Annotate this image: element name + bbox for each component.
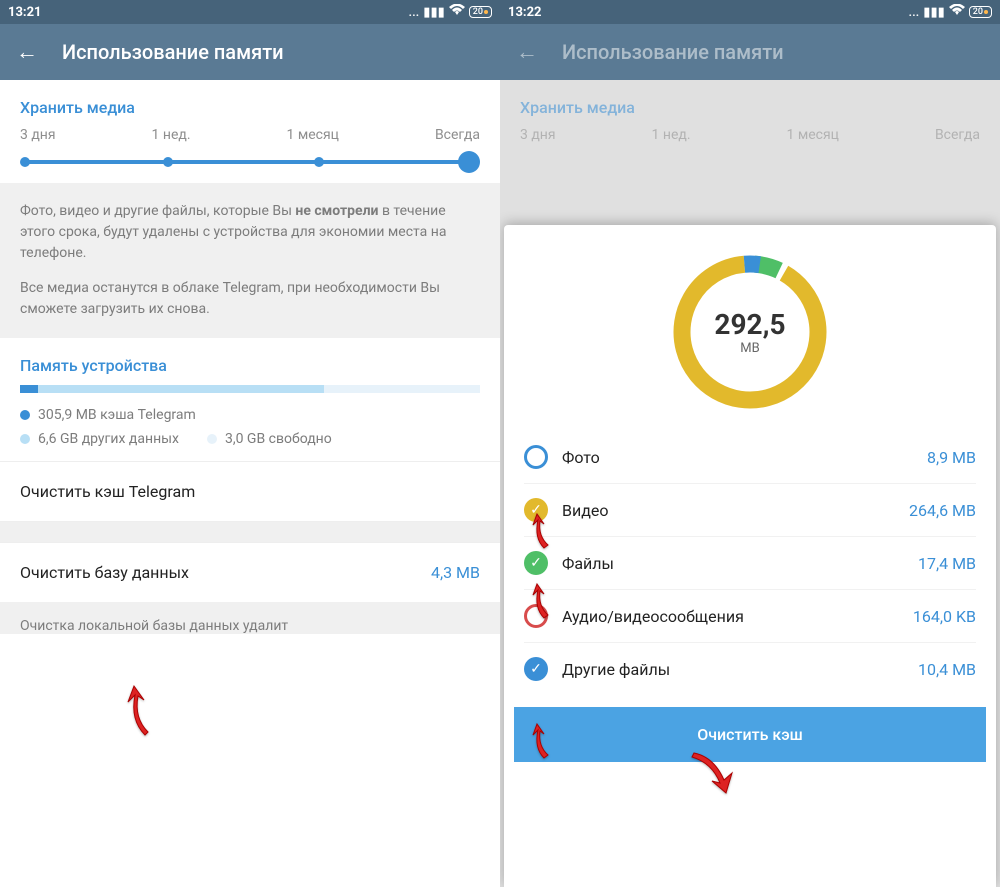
phone-right: 13:22 ... ▮▮▮ 20 ← Использование памяти … <box>500 0 1000 887</box>
app-bar: ← Использование памяти <box>500 24 1000 80</box>
category-label: Аудио/видеосообщения <box>562 607 899 626</box>
category-row-other[interactable]: ✓ Другие файлы 10,4 MB <box>524 642 976 695</box>
category-size: 8,9 MB <box>927 448 976 467</box>
checkbox-icon[interactable] <box>524 445 548 469</box>
back-button[interactable]: ← <box>516 39 538 65</box>
donut-total: 292,5 <box>714 308 785 341</box>
tick-label: 3 дня <box>20 127 56 143</box>
app-bar: ← Использование памяти <box>0 24 500 80</box>
category-row-video[interactable]: ✓ Видео 264,6 MB <box>524 483 976 536</box>
battery-icon: 20 <box>469 6 492 18</box>
category-label: Файлы <box>562 554 904 573</box>
clear-cache-label: Очистить кэш Telegram <box>20 482 195 501</box>
info-text: Фото, видео и другие файлы, которые Вы н… <box>0 183 500 338</box>
phone-left: 13:21 ... ▮▮▮ 20 ← Использование памяти … <box>0 0 500 887</box>
slider-labels: 3 дня 1 нед. 1 месяц Всегда <box>0 127 500 151</box>
category-size: 164,0 KB <box>913 607 976 626</box>
usage-bar-block: 305,9 MB кэша Telegram 6,6 GB других дан… <box>0 385 500 461</box>
tick-label: 1 месяц <box>287 127 339 143</box>
page-title: Использование памяти <box>62 40 284 64</box>
category-label: Видео <box>562 501 895 520</box>
category-row-files[interactable]: ✓ Файлы 17,4 MB <box>524 536 976 589</box>
status-icons: ... ▮▮▮ 20 <box>908 4 992 20</box>
checkbox-icon[interactable] <box>524 604 548 628</box>
legend-free: 3,0 GB свободно <box>225 431 332 447</box>
back-button[interactable]: ← <box>16 39 38 65</box>
keep-media-title: Хранить медиа <box>500 80 1000 127</box>
category-size: 17,4 MB <box>918 554 976 573</box>
tick-label: Всегда <box>435 127 480 143</box>
category-size: 264,6 MB <box>909 501 976 520</box>
battery-icon: 20 <box>969 6 992 18</box>
category-label: Фото <box>562 448 913 467</box>
checkbox-icon[interactable]: ✓ <box>524 657 548 681</box>
tick-label: 1 месяц <box>787 127 839 143</box>
wifi-icon <box>949 4 965 20</box>
db-note: Очистка локальной базы данных удалит <box>0 602 500 634</box>
status-bar: 13:22 ... ▮▮▮ 20 <box>500 0 1000 24</box>
device-memory-title: Память устройства <box>0 338 500 385</box>
slider-labels: 3 дня 1 нед. 1 месяц Всегда <box>500 127 1000 151</box>
legend-other-data: 6,6 GB других данных <box>38 431 179 447</box>
status-bar: 13:21 ... ▮▮▮ 20 <box>0 0 500 24</box>
signal-bars-icon: ▮▮▮ <box>423 5 444 20</box>
legend-telegram-cache: 305,9 MB кэша Telegram <box>38 407 196 423</box>
category-size: 10,4 MB <box>918 660 976 679</box>
tick-label: 1 нед. <box>152 127 191 143</box>
clear-cache-row[interactable]: Очистить кэш Telegram <box>0 461 500 521</box>
donut-unit: MB <box>740 341 759 356</box>
category-row-photo[interactable]: Фото 8,9 MB <box>524 431 976 483</box>
checkbox-icon[interactable]: ✓ <box>524 498 548 522</box>
signal-dots-icon: ... <box>408 5 419 20</box>
annotation-arrow-icon <box>110 680 170 744</box>
spacer-row <box>0 521 500 542</box>
category-label: Другие файлы <box>562 660 904 679</box>
page-title: Использование памяти <box>562 40 784 64</box>
status-icons: ... ▮▮▮ 20 <box>408 4 492 20</box>
clear-db-label: Очистить базу данных <box>20 563 189 582</box>
signal-bars-icon: ▮▮▮ <box>923 5 944 20</box>
clear-db-value: 4,3 MB <box>431 563 480 582</box>
clear-db-row[interactable]: Очистить базу данных 4,3 MB <box>0 542 500 602</box>
usage-bar <box>20 385 480 393</box>
storage-donut-chart: 292,5 MB <box>665 247 835 417</box>
status-time: 13:21 <box>8 5 42 20</box>
wifi-icon <box>449 4 465 20</box>
signal-dots-icon: ... <box>908 5 919 20</box>
tick-label: Всегда <box>935 127 980 143</box>
cache-dialog: 292,5 MB Фото 8,9 MB ✓ Видео 264,6 MB <box>504 225 996 887</box>
status-time: 13:22 <box>508 5 542 20</box>
tick-label: 3 дня <box>520 127 556 143</box>
clear-cache-button[interactable]: Очистить кэш <box>514 707 986 762</box>
category-list: Фото 8,9 MB ✓ Видео 264,6 MB ✓ Файлы 17,… <box>504 423 996 695</box>
category-row-audio[interactable]: Аудио/видеосообщения 164,0 KB <box>524 589 976 642</box>
checkbox-icon[interactable]: ✓ <box>524 551 548 575</box>
keep-media-title: Хранить медиа <box>0 80 500 127</box>
keep-media-slider[interactable] <box>20 151 480 173</box>
tick-label: 1 нед. <box>652 127 691 143</box>
